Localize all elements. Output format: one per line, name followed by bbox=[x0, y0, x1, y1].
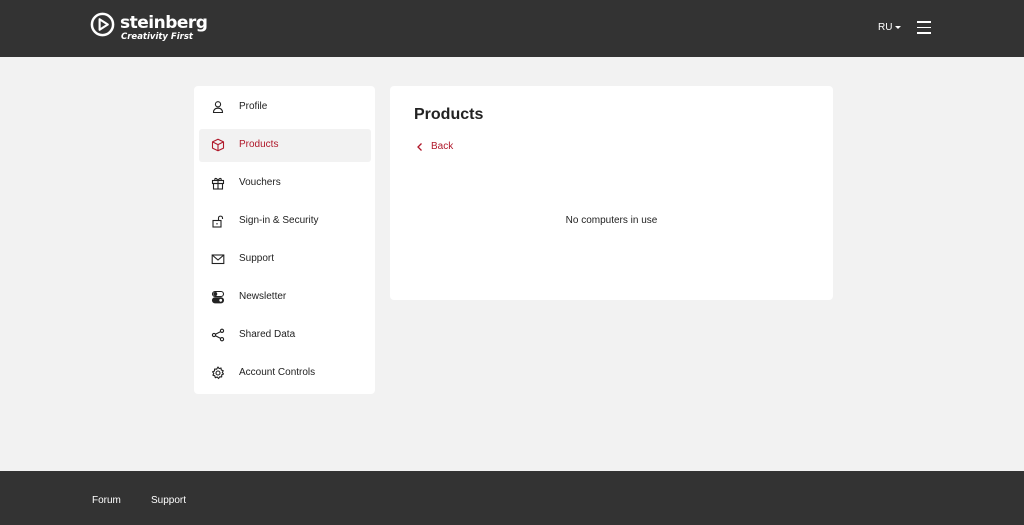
sidebar-item-shared-data[interactable]: Shared Data bbox=[199, 319, 371, 352]
sidebar-item-profile[interactable]: Profile bbox=[199, 91, 371, 124]
account-sidebar: Profile Products Vouchers Sign-in & Secu… bbox=[194, 86, 375, 394]
logo-text: steinberg Creativity First bbox=[120, 12, 208, 42]
chevron-left-icon bbox=[417, 142, 422, 151]
sidebar-item-label: Sign-in & Security bbox=[239, 215, 319, 226]
sidebar-item-label: Shared Data bbox=[239, 329, 296, 340]
back-label: Back bbox=[431, 141, 454, 152]
sidebar-item-label: Profile bbox=[239, 101, 268, 112]
empty-state-message: No computers in use bbox=[565, 215, 658, 226]
sidebar-item-label: Support bbox=[239, 253, 275, 264]
share-icon bbox=[211, 328, 225, 342]
language-selector[interactable]: RU bbox=[878, 22, 902, 33]
page-title: Products bbox=[414, 106, 484, 123]
products-panel: Products Back No computers in use bbox=[390, 86, 833, 300]
box-icon bbox=[211, 138, 225, 152]
sidebar-item-products[interactable]: Products bbox=[199, 129, 371, 162]
envelope-icon bbox=[211, 254, 225, 265]
footer-link-forum[interactable]: Forum bbox=[92, 495, 121, 506]
footer-link-support[interactable]: Support bbox=[151, 495, 186, 506]
sidebar-item-account-controls[interactable]: Account Controls bbox=[199, 357, 371, 390]
sidebar-item-label: Vouchers bbox=[239, 177, 281, 188]
toggle-icon bbox=[211, 290, 225, 304]
sidebar-item-vouchers[interactable]: Vouchers bbox=[199, 167, 371, 200]
steinberg-logo[interactable]: steinberg Creativity First bbox=[90, 12, 208, 42]
sidebar-item-label: Account Controls bbox=[239, 367, 316, 378]
sidebar-item-label: Newsletter bbox=[239, 291, 287, 302]
gear-icon bbox=[212, 366, 225, 380]
brand-name: steinberg bbox=[120, 13, 208, 33]
language-label: RU bbox=[878, 22, 893, 33]
top-header: steinberg Creativity First RU bbox=[0, 0, 1024, 57]
lock-icon bbox=[212, 215, 224, 228]
sidebar-item-newsletter[interactable]: Newsletter bbox=[199, 281, 371, 314]
site-footer: Forum Support bbox=[0, 471, 1024, 525]
brand-tagline: Creativity First bbox=[121, 32, 193, 42]
caret-down-icon bbox=[895, 26, 902, 29]
sidebar-item-security[interactable]: Sign-in & Security bbox=[199, 205, 371, 238]
back-link[interactable]: Back bbox=[416, 141, 453, 152]
play-circle-icon bbox=[90, 12, 115, 37]
hamburger-menu-icon[interactable] bbox=[917, 21, 931, 34]
user-icon bbox=[212, 101, 224, 114]
sidebar-item-support[interactable]: Support bbox=[199, 243, 371, 276]
gift-icon bbox=[211, 177, 225, 190]
sidebar-item-label: Products bbox=[239, 139, 279, 150]
